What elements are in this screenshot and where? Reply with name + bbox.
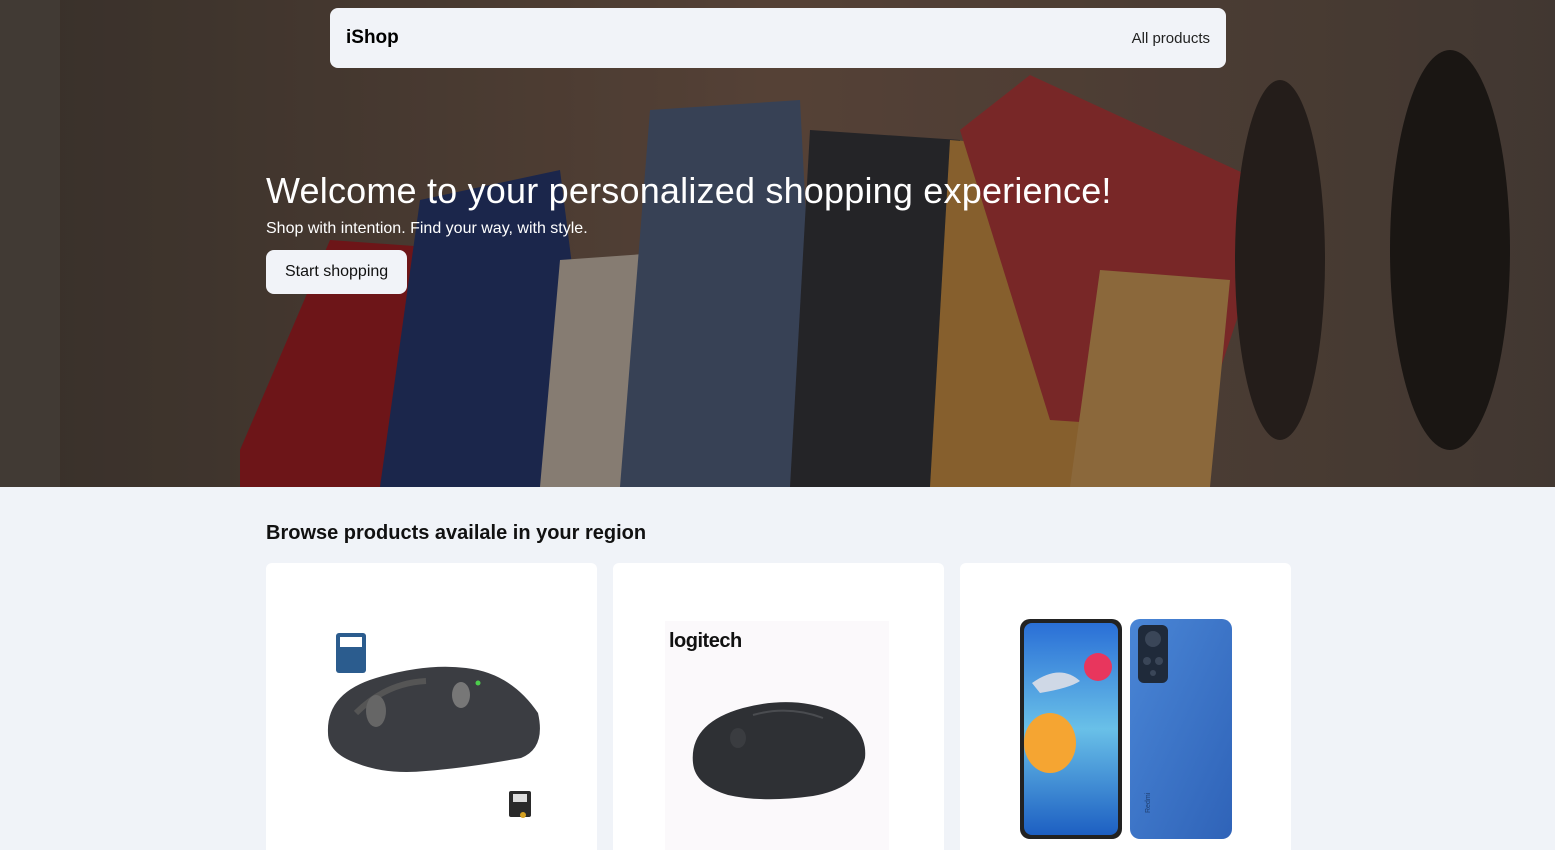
product-card[interactable]: logitech — [613, 563, 944, 850]
nav-all-products-link[interactable]: All products — [1132, 30, 1210, 47]
start-shopping-button[interactable]: Start shopping — [266, 250, 408, 294]
product-grid: logitech Redmi — [266, 563, 1291, 850]
products-section-title: Browse products availale in your region — [266, 522, 647, 544]
brand-logo[interactable]: iShop — [346, 27, 399, 49]
hero-title: Welcome to your personalized shopping ex… — [266, 170, 1112, 211]
hero-subtitle: Shop with intention. Find your way, with… — [266, 220, 588, 237]
redmi-phone-image: Redmi — [1020, 619, 1232, 839]
wireless-mouse-mx-image — [327, 633, 540, 818]
logitech-brand-text: logitech — [669, 630, 742, 652]
logitech-mouse-image: logitech — [665, 621, 889, 850]
hero-banner: iShop All products Welcome to your perso… — [0, 0, 1555, 487]
redmi-brand-text: Redmi — [1145, 792, 1152, 813]
top-navbar: iShop All products — [330, 8, 1226, 68]
hero-content: Welcome to your personalized shopping ex… — [266, 170, 1112, 294]
product-card[interactable]: Redmi — [960, 563, 1291, 850]
product-card[interactable] — [266, 563, 597, 850]
